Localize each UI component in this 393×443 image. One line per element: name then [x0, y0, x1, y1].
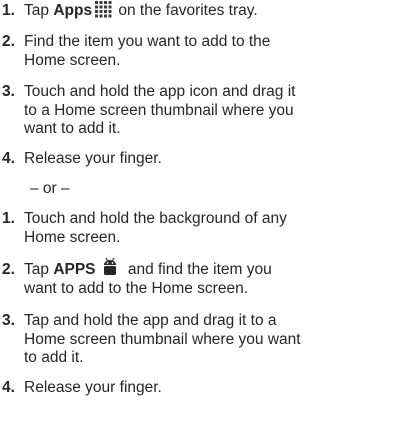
step-text: Find the item you want to add to the Hom…	[24, 33, 390, 70]
step-line: Touch and hold the background of any	[24, 210, 287, 227]
step-line: Tap APPS and find the item you	[24, 258, 390, 280]
or-separator: – or –	[30, 180, 70, 197]
step-line: Find the item you want to add to the	[24, 33, 271, 50]
step-text: Release your finger.	[24, 379, 390, 398]
step-text-pre: Tap	[24, 2, 54, 19]
apps-label: Apps	[53, 2, 93, 19]
step-line: Home screen thumbnail where you want	[24, 330, 301, 348]
step-text: Tap APPS and find the item you want to a…	[24, 258, 390, 298]
step-line: want to add to the Home screen.	[24, 279, 249, 297]
step-number: 4.	[2, 150, 15, 167]
android-icon	[102, 257, 118, 277]
instructions-document: 1. Tap Apps on the favorites tray. 2. Fi…	[0, 0, 393, 443]
step-number: 2.	[2, 261, 15, 278]
step-text: Release your finger.	[24, 150, 390, 169]
step-line: Home screen.	[24, 51, 121, 69]
apps-caps-label: APPS	[53, 261, 96, 278]
step-line: Release your finger.	[24, 379, 162, 396]
step-line: to add it.	[24, 349, 84, 366]
step-line: Home screen.	[24, 228, 121, 246]
step-text: Tap Apps on the favorites tray.	[24, 0, 390, 21]
step-text: Touch and hold the background of any Hom…	[24, 210, 390, 247]
step-number: 3.	[2, 83, 15, 100]
step-line: Tap and hold the app and drag it to a	[24, 312, 277, 329]
step-text: Tap and hold the app and drag it to a Ho…	[24, 312, 390, 368]
step-line: Touch and hold the app icon and drag it	[24, 83, 296, 100]
step-number: 2.	[2, 33, 15, 50]
step-number: 1.	[2, 210, 15, 227]
step-text: Touch and hold the app icon and drag it …	[24, 83, 390, 139]
step-text-post: on the favorites tray.	[114, 2, 258, 19]
step-line: want to add it.	[24, 120, 121, 137]
apps-grid-icon	[94, 0, 112, 18]
step-line: to a Home screen thumbnail where you	[24, 101, 294, 119]
step-line: Release your finger.	[24, 150, 162, 167]
step-number: 3.	[2, 312, 15, 329]
step-text-post: and find the item you	[123, 261, 272, 278]
step-text-pre: Tap	[24, 261, 54, 278]
step-number: 4.	[2, 379, 15, 396]
step-number: 1.	[2, 2, 15, 19]
